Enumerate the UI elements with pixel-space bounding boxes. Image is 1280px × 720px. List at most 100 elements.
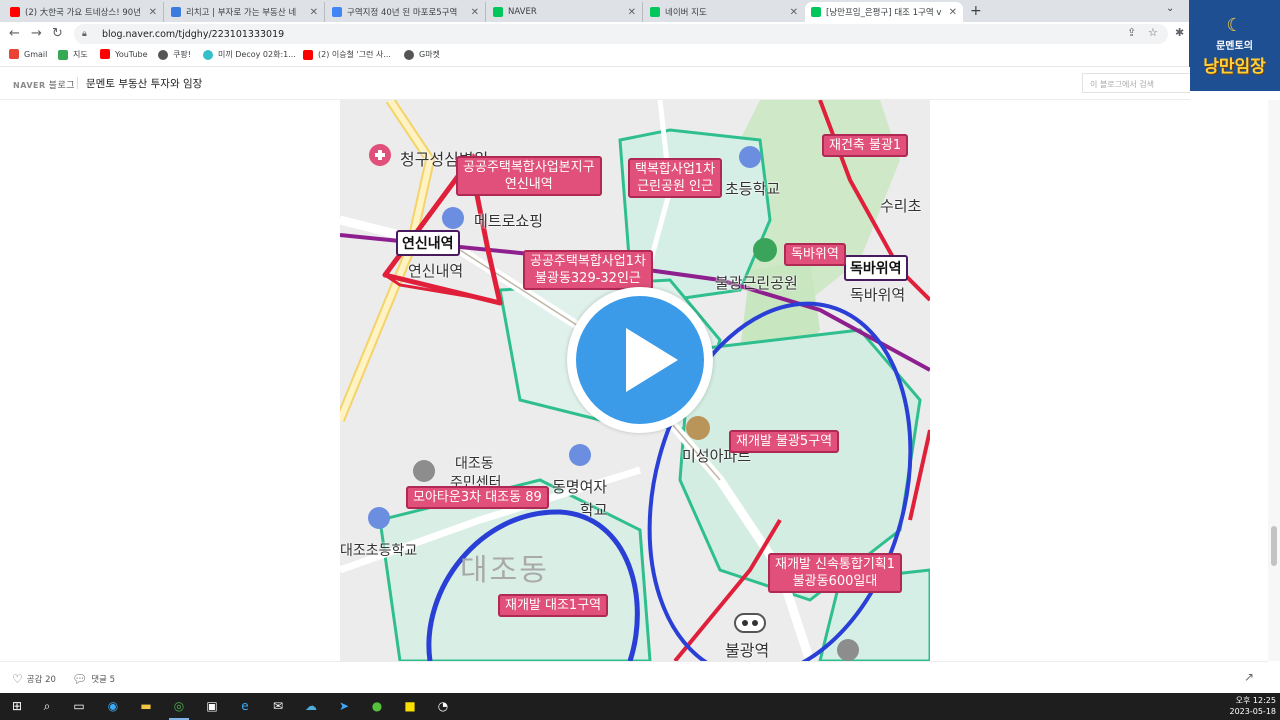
chrome-icon[interactable]: ◎ bbox=[170, 697, 188, 715]
edge-icon[interactable]: ◉ bbox=[104, 697, 122, 715]
url-text: blog.naver.com/tjdghy/223101333019 bbox=[102, 28, 285, 40]
map-place-name: 대조동 bbox=[455, 456, 494, 472]
bookmark-map[interactable]: 지도 bbox=[58, 49, 88, 60]
video-icon bbox=[203, 49, 213, 60]
close-icon[interactable]: ✕ bbox=[949, 7, 957, 18]
zone-label: 공공주택복합사업1차 불광동329-32인근 bbox=[523, 250, 653, 290]
naver-icon bbox=[493, 7, 503, 17]
zone-label: 재건축 불광1 bbox=[822, 134, 909, 157]
map-district-name: 대조동 bbox=[460, 553, 549, 588]
close-icon[interactable]: ✕ bbox=[471, 7, 479, 18]
naver-map-icon bbox=[650, 7, 660, 17]
divider bbox=[77, 77, 78, 89]
search-icon[interactable]: ⌕ bbox=[38, 697, 56, 715]
richgo-icon bbox=[171, 7, 181, 17]
tab-title: 네이버 지도 bbox=[665, 8, 707, 18]
browser-toolbar: ← → ↻ 🔒︎ blog.naver.com/tjdghy/223101333… bbox=[0, 22, 1190, 46]
bookmark-decoy[interactable]: 미끼 Decoy 02화:1... bbox=[203, 49, 296, 60]
forward-icon[interactable]: → bbox=[31, 26, 42, 41]
close-icon[interactable]: ✕ bbox=[790, 7, 798, 18]
scrollbar[interactable] bbox=[1268, 100, 1280, 661]
lock-icon: 🔒︎ bbox=[82, 29, 87, 39]
tab-title: 구역지정 40년 된 마포로5구역 bbox=[347, 8, 458, 18]
zone-label: 모아타운3차 대조동 89 bbox=[406, 486, 549, 509]
back-icon[interactable]: ← bbox=[9, 26, 20, 41]
bookmark-coupang[interactable]: 쿠팡! bbox=[158, 49, 191, 60]
system-clock[interactable]: 오후 12:25 2023-05-18 bbox=[1228, 695, 1277, 717]
cloud-icon[interactable]: ☁ bbox=[302, 697, 320, 715]
zone-label: 재개발 대조1구역 bbox=[498, 594, 609, 617]
youtube-icon bbox=[10, 7, 20, 17]
comment-icon: 💬︎ bbox=[72, 672, 88, 686]
gmail-icon bbox=[9, 49, 19, 59]
blog-title[interactable]: 문멘토 부동산 투자와 임장 bbox=[86, 76, 202, 91]
comment-button[interactable]: 💬︎ 댓글 5 bbox=[72, 672, 115, 686]
tab-6-active[interactable]: [낭만프임_은평구] 대조 1구역 v ✕ bbox=[805, 2, 963, 22]
channel-logo: ☾ 문멘토의 낭만임장 bbox=[1189, 0, 1280, 91]
tab-2[interactable]: 리치고 | 부자로 가는 부동산 네 ✕ bbox=[165, 2, 325, 22]
map-place-name: 학교 bbox=[580, 501, 608, 519]
tab-5[interactable]: 네이버 지도 ✕ bbox=[644, 2, 804, 22]
play-icon bbox=[576, 296, 704, 424]
youtube-icon bbox=[303, 49, 313, 60]
windows-start-icon[interactable]: ⊞ bbox=[8, 697, 26, 715]
globe-icon bbox=[158, 49, 168, 60]
map-place-name: 불광근린공원 bbox=[715, 274, 798, 292]
zone-label: 공공주택복합사업본지구 연신내역 bbox=[456, 156, 602, 196]
heart-icon: ♡ bbox=[12, 672, 23, 686]
store-icon[interactable]: ▣ bbox=[203, 697, 221, 715]
kakaotalk-icon[interactable]: ■ bbox=[401, 697, 419, 715]
map-place-name: 연신내역 bbox=[408, 262, 464, 280]
star-icon[interactable]: ☆ bbox=[1148, 26, 1158, 39]
map-place-name: 동명여자 bbox=[552, 478, 608, 496]
like-button[interactable]: ♡ 공감 20 bbox=[12, 672, 56, 686]
address-bar[interactable]: 🔒︎ blog.naver.com/tjdghy/223101333019 bbox=[74, 24, 1168, 44]
zone-label: 재개발 신속통합기획1 불광동600일대 bbox=[768, 553, 903, 593]
ie-icon[interactable]: e bbox=[236, 697, 254, 715]
share-icon[interactable]: ↗ bbox=[1244, 670, 1254, 684]
close-icon[interactable]: ✕ bbox=[310, 7, 318, 18]
close-icon[interactable]: ✕ bbox=[628, 7, 636, 18]
youtube-icon bbox=[100, 49, 110, 59]
station-label-yeonsinnae: 연신내역 bbox=[396, 230, 460, 256]
naver-blog-logo[interactable]: NAVER 블로그 bbox=[13, 78, 75, 91]
app-circle-icon[interactable]: ◔ bbox=[434, 697, 452, 715]
map-icon bbox=[58, 49, 68, 60]
close-icon[interactable]: ✕ bbox=[149, 7, 157, 18]
tab-1[interactable]: (2) 大한국 가요 트네상스! 90년 ✕ bbox=[4, 2, 164, 22]
file-explorer-icon[interactable]: ▬ bbox=[137, 697, 155, 715]
tab-title: 리치고 | 부자로 가는 부동산 네 bbox=[186, 8, 297, 18]
new-tab-button[interactable]: + bbox=[970, 3, 982, 19]
map-place-name: 독바위역 bbox=[850, 286, 906, 304]
zone-label: 독바위역 bbox=[784, 243, 846, 266]
zone-label: 택복합사업1차 근린공원 인근 bbox=[628, 158, 723, 198]
zone-label: 재개발 불광5구역 bbox=[729, 430, 840, 453]
scrollbar-thumb[interactable] bbox=[1271, 526, 1277, 566]
naver-blog-icon bbox=[811, 7, 821, 17]
mail-icon[interactable]: ✉ bbox=[269, 697, 287, 715]
bookmark-youtube-song[interactable]: (2) 이승철 '그런 사... bbox=[303, 49, 391, 60]
bird-icon[interactable]: ➤ bbox=[335, 697, 353, 715]
reload-icon[interactable]: ↻ bbox=[52, 26, 63, 41]
blog-search-input[interactable]: 이 블로그에서 검색 bbox=[1082, 73, 1190, 93]
bookmark-youtube[interactable]: YouTube bbox=[100, 49, 148, 59]
task-view-icon[interactable]: ▭ bbox=[70, 697, 88, 715]
tab-4[interactable]: NAVER ✕ bbox=[487, 2, 643, 22]
tab-title: (2) 大한국 가요 트네상스! 90년 bbox=[25, 8, 141, 18]
bookmark-gmarket[interactable]: G마켓 bbox=[404, 49, 440, 60]
tab-title: [낭만프임_은평구] 대조 1구역 v bbox=[826, 8, 942, 18]
share-icon[interactable]: ⇪ bbox=[1127, 26, 1136, 39]
video-play-button[interactable] bbox=[567, 287, 713, 433]
tab-3[interactable]: 구역지정 40년 된 마포로5구역 ✕ bbox=[326, 2, 486, 22]
tab-strip: (2) 大한국 가요 트네상스! 90년 ✕ 리치고 | 부자로 가는 부동산 … bbox=[0, 0, 1280, 22]
globe-icon bbox=[404, 49, 414, 60]
chevron-down-icon[interactable]: ⌄ bbox=[1166, 3, 1174, 14]
tab-title: NAVER bbox=[508, 7, 537, 17]
station-label-dokbawi: 독바위역 bbox=[844, 255, 908, 281]
extensions-icon[interactable]: ✱ bbox=[1175, 26, 1184, 39]
app-green-icon[interactable]: ● bbox=[368, 697, 386, 715]
bookmark-gmail[interactable]: Gmail bbox=[9, 49, 47, 59]
map-place-name: 메트로쇼핑 bbox=[474, 212, 544, 230]
map-place-name: 초등학교 bbox=[725, 180, 781, 198]
post-actions-bar: ♡ 공감 20 💬︎ 댓글 5 ↗ bbox=[0, 661, 1268, 694]
